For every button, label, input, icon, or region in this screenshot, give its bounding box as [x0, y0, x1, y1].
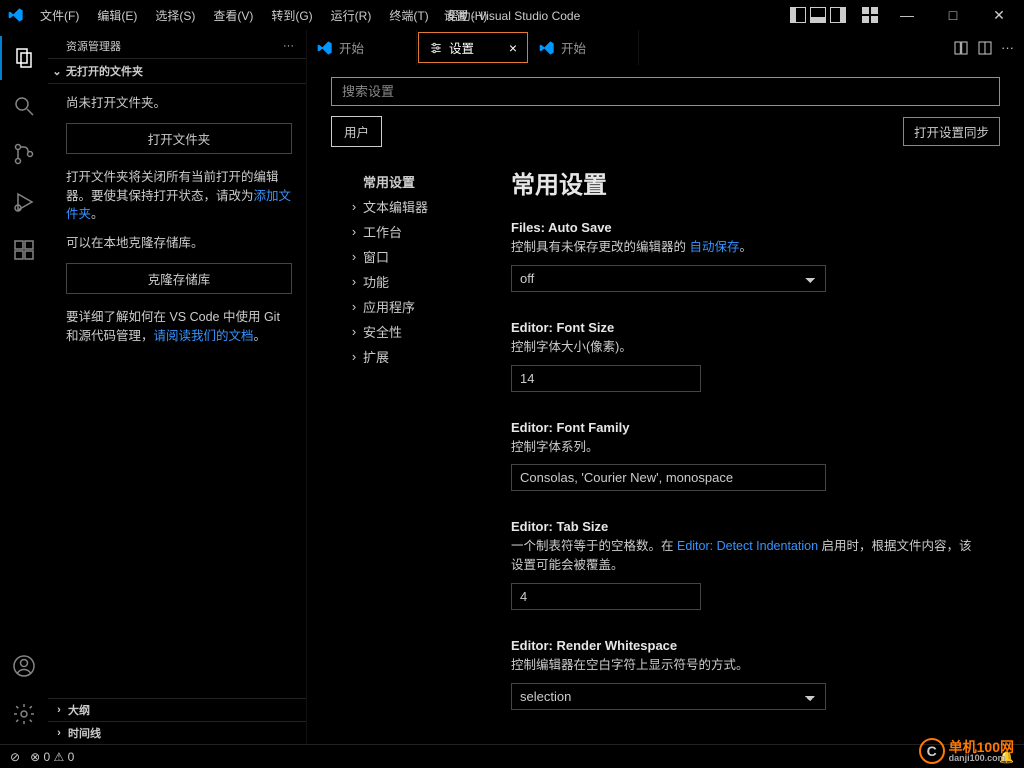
nav-application[interactable]: ›应用程序: [331, 294, 481, 319]
nav-workbench[interactable]: ›工作台: [331, 219, 481, 244]
sidebar-section-label: 无打开的文件夹: [66, 63, 143, 79]
search-icon: [12, 94, 36, 118]
toggle-primary-sidebar-icon[interactable]: [790, 7, 806, 23]
source-control-icon: [12, 142, 36, 166]
fontfamily-description: 控制字体系列。: [511, 438, 980, 457]
menu-go[interactable]: 转到(G): [263, 3, 320, 28]
sidebar-more-button[interactable]: ···: [283, 40, 294, 52]
menu-view[interactable]: 查看(V): [205, 3, 261, 28]
activity-run-debug[interactable]: [0, 180, 48, 224]
close-tab-button[interactable]: ×: [509, 40, 517, 56]
account-icon: [12, 654, 36, 678]
autosave-link[interactable]: 自动保存: [689, 240, 739, 254]
chevron-right-icon: ›: [349, 199, 359, 214]
window-maximize-button[interactable]: □: [930, 0, 976, 30]
whitespace-select[interactable]: selection: [511, 683, 826, 710]
learn-more-text: 要详细了解如何在 VS Code 中使用 Git 和源代码管理，请阅读我们的文档…: [66, 308, 292, 346]
split-editor-icon[interactable]: [977, 40, 993, 56]
status-notifications-icon[interactable]: 🔔: [999, 750, 1014, 764]
debug-icon: [12, 190, 36, 214]
menu-select[interactable]: 选择(S): [147, 3, 203, 28]
clone-repo-button[interactable]: 克隆存储库: [66, 263, 292, 294]
tab-start-2[interactable]: 开始: [529, 30, 639, 65]
open-folder-button[interactable]: 打开文件夹: [66, 123, 292, 154]
settings-search-input[interactable]: [331, 77, 1000, 106]
activity-extensions[interactable]: [0, 228, 48, 272]
activity-manage[interactable]: [0, 692, 48, 736]
nav-text-editor[interactable]: ›文本编辑器: [331, 194, 481, 219]
status-problems[interactable]: ⊗ 0 ⚠ 0: [30, 750, 74, 764]
fontfamily-input[interactable]: [511, 464, 826, 491]
tabsize-label: Editor: Tab Size: [511, 519, 980, 534]
open-settings-sync-button[interactable]: 打开设置同步: [903, 117, 1000, 146]
sidebar-outline-section[interactable]: › 大纲: [48, 698, 306, 721]
toggle-panel-icon[interactable]: [810, 7, 826, 23]
open-changes-icon[interactable]: [953, 40, 969, 56]
clone-description: 可以在本地克隆存储库。: [66, 234, 292, 253]
chevron-right-icon: ›: [349, 324, 359, 339]
detect-indentation-link[interactable]: Editor: Detect Indentation: [677, 539, 818, 553]
status-remote-icon[interactable]: ⊘: [10, 750, 20, 764]
tabsize-input[interactable]: [511, 583, 701, 610]
tabsize-description: 一个制表符等于的空格数。在 Editor: Detect Indentation…: [511, 537, 980, 575]
chevron-right-icon: ›: [349, 249, 359, 264]
chevron-right-icon: ›: [349, 224, 359, 239]
menu-file[interactable]: 文件(F): [32, 3, 87, 28]
settings-heading: 常用设置: [511, 165, 980, 200]
chevron-right-icon: ›: [349, 349, 359, 364]
chevron-right-icon: ›: [349, 274, 359, 289]
window-close-button[interactable]: ✕: [976, 0, 1022, 30]
nav-features[interactable]: ›功能: [331, 269, 481, 294]
menu-terminal[interactable]: 终端(T): [381, 3, 436, 28]
window-title: 设置 - Visual Studio Code: [444, 7, 581, 24]
sidebar-timeline-section[interactable]: › 时间线: [48, 721, 306, 744]
sidebar-section-no-folder[interactable]: ⌄ 无打开的文件夹: [48, 58, 306, 84]
chevron-down-icon: ⌄: [52, 65, 62, 78]
gear-icon: [12, 702, 36, 726]
read-docs-link[interactable]: 请阅读我们的文档: [154, 329, 254, 343]
vscode-icon: [317, 40, 333, 56]
chevron-right-icon: ›: [349, 299, 359, 314]
whitespace-label: Editor: Render Whitespace: [511, 638, 980, 653]
nav-window[interactable]: ›窗口: [331, 244, 481, 269]
fontsize-label: Editor: Font Size: [511, 320, 980, 335]
autosave-description: 控制具有未保存更改的编辑器的 自动保存。: [511, 238, 980, 257]
settings-tab-icon: [429, 41, 443, 55]
chevron-right-icon: ›: [54, 704, 64, 716]
tab-more-actions[interactable]: ···: [1001, 40, 1014, 55]
vscode-icon: [539, 40, 555, 56]
extensions-icon: [12, 238, 36, 262]
nav-extensions[interactable]: ›扩展: [331, 344, 481, 369]
whitespace-description: 控制编辑器在空白字符上显示符号的方式。: [511, 656, 980, 675]
menu-run[interactable]: 运行(R): [323, 3, 380, 28]
fontsize-description: 控制字体大小(像素)。: [511, 338, 980, 357]
activity-accounts[interactable]: [0, 644, 48, 688]
open-folder-description: 打开文件夹将关闭所有当前打开的编辑器。要使其保持打开状态，请改为添加文件夹。: [66, 168, 292, 224]
nav-common[interactable]: 常用设置: [331, 169, 481, 194]
files-icon: [12, 46, 36, 70]
settings-scope-user[interactable]: 用户: [331, 116, 382, 147]
activity-source-control[interactable]: [0, 132, 48, 176]
nav-security[interactable]: ›安全性: [331, 319, 481, 344]
autosave-label: Files: Auto Save: [511, 220, 980, 235]
autosave-select[interactable]: off: [511, 265, 826, 292]
vscode-logo-icon: [8, 7, 24, 23]
activity-explorer[interactable]: [0, 36, 48, 80]
activity-search[interactable]: [0, 84, 48, 128]
tab-settings[interactable]: 设置 ×: [418, 32, 528, 63]
fontsize-input[interactable]: [511, 365, 701, 392]
chevron-right-icon: ›: [54, 727, 64, 739]
menu-edit[interactable]: 编辑(E): [89, 3, 145, 28]
no-folder-text: 尚未打开文件夹。: [66, 94, 292, 113]
toggle-secondary-sidebar-icon[interactable]: [830, 7, 846, 23]
tab-start-1[interactable]: 开始: [307, 30, 417, 65]
fontfamily-label: Editor: Font Family: [511, 420, 980, 435]
sidebar-title: 资源管理器: [66, 38, 121, 54]
customize-layout-icon[interactable]: [862, 7, 878, 23]
window-minimize-button[interactable]: —: [884, 0, 930, 30]
